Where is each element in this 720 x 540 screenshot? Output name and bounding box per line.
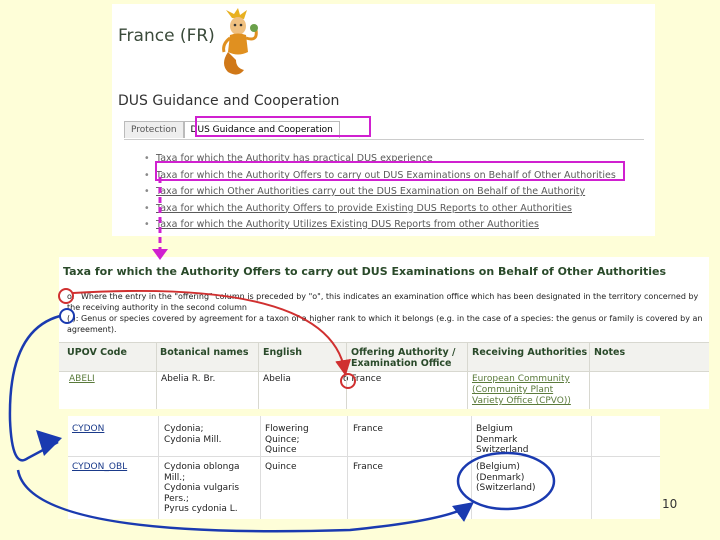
cell-offering: o France — [343, 374, 382, 384]
cell-english: Flowering Quince; Quince — [265, 424, 309, 456]
botanical-line: Cydonia vulgaris — [164, 483, 240, 493]
notes: o: Where the entry in the "offering" colu… — [67, 292, 707, 336]
list-item[interactable]: • Taxa for which the Authority Offers to … — [144, 201, 616, 218]
header-offering-authority: Offering Authority / Examination Office — [351, 347, 456, 369]
country-title: France (FR) — [118, 26, 215, 46]
page-number: 10 — [662, 497, 678, 511]
botanical-line: Cydonia Mill. — [164, 434, 222, 445]
bullet-icon: • — [144, 186, 150, 197]
column-divider — [258, 342, 259, 409]
cell-english: Quince — [265, 462, 297, 472]
cell-receiving: Belgium Denmark Switzerland — [476, 424, 529, 456]
note-paren-marker: ( ): — [67, 314, 79, 323]
botanical-line: Cydonia oblonga — [164, 462, 240, 472]
english-line: Flowering — [265, 424, 309, 434]
column-divider — [346, 342, 347, 409]
botanical-line: Cydonia; — [164, 424, 204, 434]
list-item[interactable]: • Taxa for which Other Authorities carry … — [144, 184, 616, 201]
arrowhead-icon — [36, 430, 62, 456]
header-notes: Notes — [594, 347, 626, 358]
cell-upov-code[interactable]: CYDON — [72, 424, 104, 435]
blue-arrow — [8, 314, 61, 462]
section-title: DUS Guidance and Cooperation — [118, 93, 340, 109]
note-o-text: Where the entry in the "offering" column… — [67, 292, 699, 312]
cell-receiving: (Belgium) (Denmark) (Switzerland) — [476, 462, 536, 494]
header-upov-code: UPOV Code — [67, 347, 127, 358]
link-provide-reports[interactable]: Taxa for which the Authority Offers to p… — [156, 203, 572, 214]
receiving-link[interactable]: Switzerland — [476, 445, 529, 456]
cell-upov-code[interactable]: ABELI — [69, 374, 95, 385]
list-item[interactable]: • Taxa for which the Authority Utilizes E… — [144, 217, 616, 234]
highlight-link-box — [155, 161, 625, 181]
note-o: o: Where the entry in the "offering" colu… — [67, 292, 707, 313]
cell-receiving[interactable]: European Community (Community Plant Vari… — [472, 374, 582, 407]
link-utilizes-reports[interactable]: Taxa for which the Authority Utilizes Ex… — [156, 219, 539, 230]
botanical-line: Pyrus cydonia L. — [164, 504, 238, 514]
cell-botanical: Abelia R. Br. — [161, 374, 216, 384]
header-botanical-names: Botanical names — [160, 347, 249, 358]
note-paren-text: Genus or species covered by agreement fo… — [67, 314, 703, 334]
receiving-link[interactable]: (Switzerland) — [476, 483, 536, 494]
botanical-line: Pers.; — [164, 493, 189, 504]
column-divider — [589, 342, 590, 409]
table-row: CYDON Cydonia; Cydonia Mill. Flowering Q… — [68, 416, 660, 456]
note-paren: ( ): Genus or species covered by agreemen… — [67, 314, 707, 335]
header-receiving-authorities: Receiving Authorities — [472, 347, 588, 358]
cell-offering: France — [353, 462, 383, 472]
highlight-tab-box — [195, 116, 371, 137]
note-o-marker: o: — [67, 292, 75, 301]
mascot-illustration-icon — [222, 8, 258, 75]
botanical-line: Mill.; — [164, 472, 186, 483]
offers-table-panel: Taxa for which the Authority Offers to c… — [59, 257, 709, 409]
tab-protection[interactable]: Protection — [124, 121, 184, 138]
link-other-authorities-exams[interactable]: Taxa for which Other Authorities carry o… — [156, 186, 585, 197]
cell-english: Abelia — [263, 374, 291, 384]
bullet-icon: • — [144, 202, 150, 214]
tab-divider — [124, 139, 644, 140]
table-row: CYDON_OBL Cydonia oblonga Mill.; Cydonia… — [68, 456, 660, 519]
receiving-link[interactable]: Belgium — [476, 424, 529, 435]
country-page-panel: France (FR) DUS Guidance and Cooperation… — [112, 4, 655, 236]
cell-offering: France — [353, 424, 383, 434]
header-english: English — [263, 347, 302, 358]
cell-botanical: Cydonia oblonga Mill.; Cydonia vulgaris … — [164, 462, 240, 515]
english-line: Quince — [265, 445, 297, 455]
cydonia-table-panel: CYDON Cydonia; Cydonia Mill. Flowering Q… — [68, 416, 660, 519]
cell-upov-code[interactable]: CYDON_OBL — [72, 462, 127, 473]
cell-botanical: Cydonia; Cydonia Mill. — [164, 424, 222, 445]
table-title: Taxa for which the Authority Offers to c… — [63, 265, 667, 278]
bullet-icon: • — [144, 219, 150, 230]
receiving-link[interactable]: (Belgium) — [476, 462, 536, 473]
column-divider — [467, 342, 468, 409]
receiving-link[interactable]: Denmark — [476, 435, 529, 446]
english-line: Quince; — [265, 434, 300, 445]
receiving-link[interactable]: (Denmark) — [476, 473, 536, 484]
column-divider — [156, 342, 157, 409]
